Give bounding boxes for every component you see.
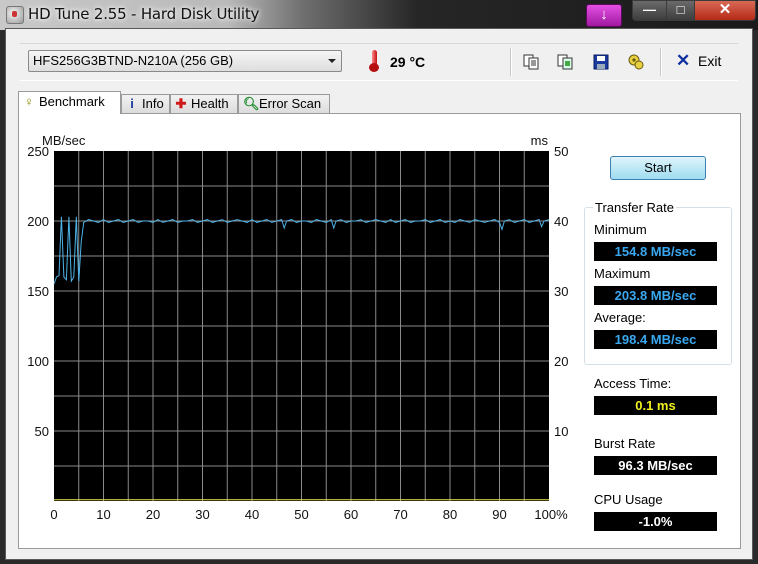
info-icon: i xyxy=(130,96,134,111)
copy-text-icon[interactable] xyxy=(522,53,540,71)
minimum-value: 154.8 MB/sec xyxy=(594,242,717,261)
x-tick-label: 30 xyxy=(195,507,209,522)
x-tick-label: 90 xyxy=(492,507,506,522)
maximize-button[interactable]: □ xyxy=(666,0,695,21)
y-left-tick-label: 200 xyxy=(27,214,49,229)
x-tick-label: 50 xyxy=(294,507,308,522)
y-left-tick-label: 150 xyxy=(27,284,49,299)
health-cross-icon: ✚ xyxy=(175,96,187,111)
x-tick-label: 40 xyxy=(245,507,259,522)
x-tick-label: 60 xyxy=(344,507,358,522)
left-axis-label: MB/sec xyxy=(42,133,86,148)
transfer-rate-title: Transfer Rate xyxy=(593,200,676,215)
minimize-to-tray-button[interactable]: ↓ xyxy=(586,4,622,27)
thermometer-icon xyxy=(369,50,379,72)
x-tick-label: 0 xyxy=(50,507,57,522)
save-icon[interactable] xyxy=(592,53,610,71)
maximum-value: 203.8 MB/sec xyxy=(594,286,717,305)
magnifier-icon: 🔍︎ xyxy=(243,96,260,111)
drive-select-value: HFS256G3BTND-N210A (256 GB) xyxy=(33,53,234,68)
toolbar: HFS256G3BTND-N210A (256 GB) 29 °C ✕ Exit xyxy=(20,43,738,81)
cpu-usage-value: -1.0% xyxy=(594,512,717,531)
chevron-down-icon xyxy=(328,59,336,63)
y-left-tick-label: 100 xyxy=(27,354,49,369)
tab-health[interactable]: ✚ Health xyxy=(170,94,238,113)
transfer-rate-chart: 0 10 20 30 40 50 60 70 80 90 100%50100150200250102… xyxy=(27,133,568,522)
y-right-tick-label: 10 xyxy=(554,424,568,439)
title-bar: HD Tune 2.55 - Hard Disk Utility ↓ — □ ✕ xyxy=(0,0,758,30)
lightbulb-icon: ♀ xyxy=(24,94,34,109)
window-title: HD Tune 2.55 - Hard Disk Utility xyxy=(28,5,260,23)
start-button[interactable]: Start xyxy=(610,156,706,180)
access-time-label: Access Time: xyxy=(594,376,672,391)
burst-rate-value: 96.3 MB/sec xyxy=(594,456,717,475)
tab-info[interactable]: i Info xyxy=(121,94,170,113)
average-label: Average: xyxy=(594,310,646,325)
exit-icon[interactable]: ✕ xyxy=(676,51,690,71)
y-right-tick-label: 50 xyxy=(554,144,568,159)
x-tick-label: 100% xyxy=(534,507,568,522)
x-tick-label: 80 xyxy=(443,507,457,522)
toolbar-separator xyxy=(510,48,512,76)
x-tick-label: 10 xyxy=(96,507,110,522)
temperature-readout: 29 °C xyxy=(390,54,426,70)
options-icon[interactable] xyxy=(627,53,645,71)
drive-select[interactable]: HFS256G3BTND-N210A (256 GB) xyxy=(28,50,342,72)
minimum-label: Minimum xyxy=(594,222,647,237)
toolbar-separator xyxy=(660,48,662,76)
close-button[interactable]: ✕ xyxy=(694,0,756,21)
app-icon xyxy=(6,6,24,24)
y-right-tick-label: 30 xyxy=(554,284,568,299)
y-left-tick-label: 50 xyxy=(35,424,49,439)
x-tick-label: 70 xyxy=(393,507,407,522)
burst-rate-label: Burst Rate xyxy=(594,436,656,451)
copy-screenshot-icon[interactable] xyxy=(556,53,574,71)
y-right-tick-label: 40 xyxy=(554,214,568,229)
minimize-button[interactable]: — xyxy=(632,0,667,21)
tab-benchmark[interactable]: ♀ Benchmark xyxy=(18,91,121,114)
access-time-value: 0.1 ms xyxy=(594,396,717,415)
y-right-tick-label: 20 xyxy=(554,354,568,369)
right-axis-label: ms xyxy=(531,133,549,148)
maximum-label: Maximum xyxy=(594,266,651,281)
main-window: HFS256G3BTND-N210A (256 GB) 29 °C ✕ Exit… xyxy=(5,28,753,560)
cpu-usage-label: CPU Usage xyxy=(594,492,663,507)
benchmark-panel: 0 10 20 30 40 50 60 70 80 90 100% 50 100 150 200 250 10 2… xyxy=(18,113,741,549)
average-value: 198.4 MB/sec xyxy=(594,330,717,349)
x-tick-label: 20 xyxy=(146,507,160,522)
tab-error-scan[interactable]: 🔍︎Error Scan xyxy=(238,94,330,113)
exit-button[interactable]: Exit xyxy=(698,53,721,69)
